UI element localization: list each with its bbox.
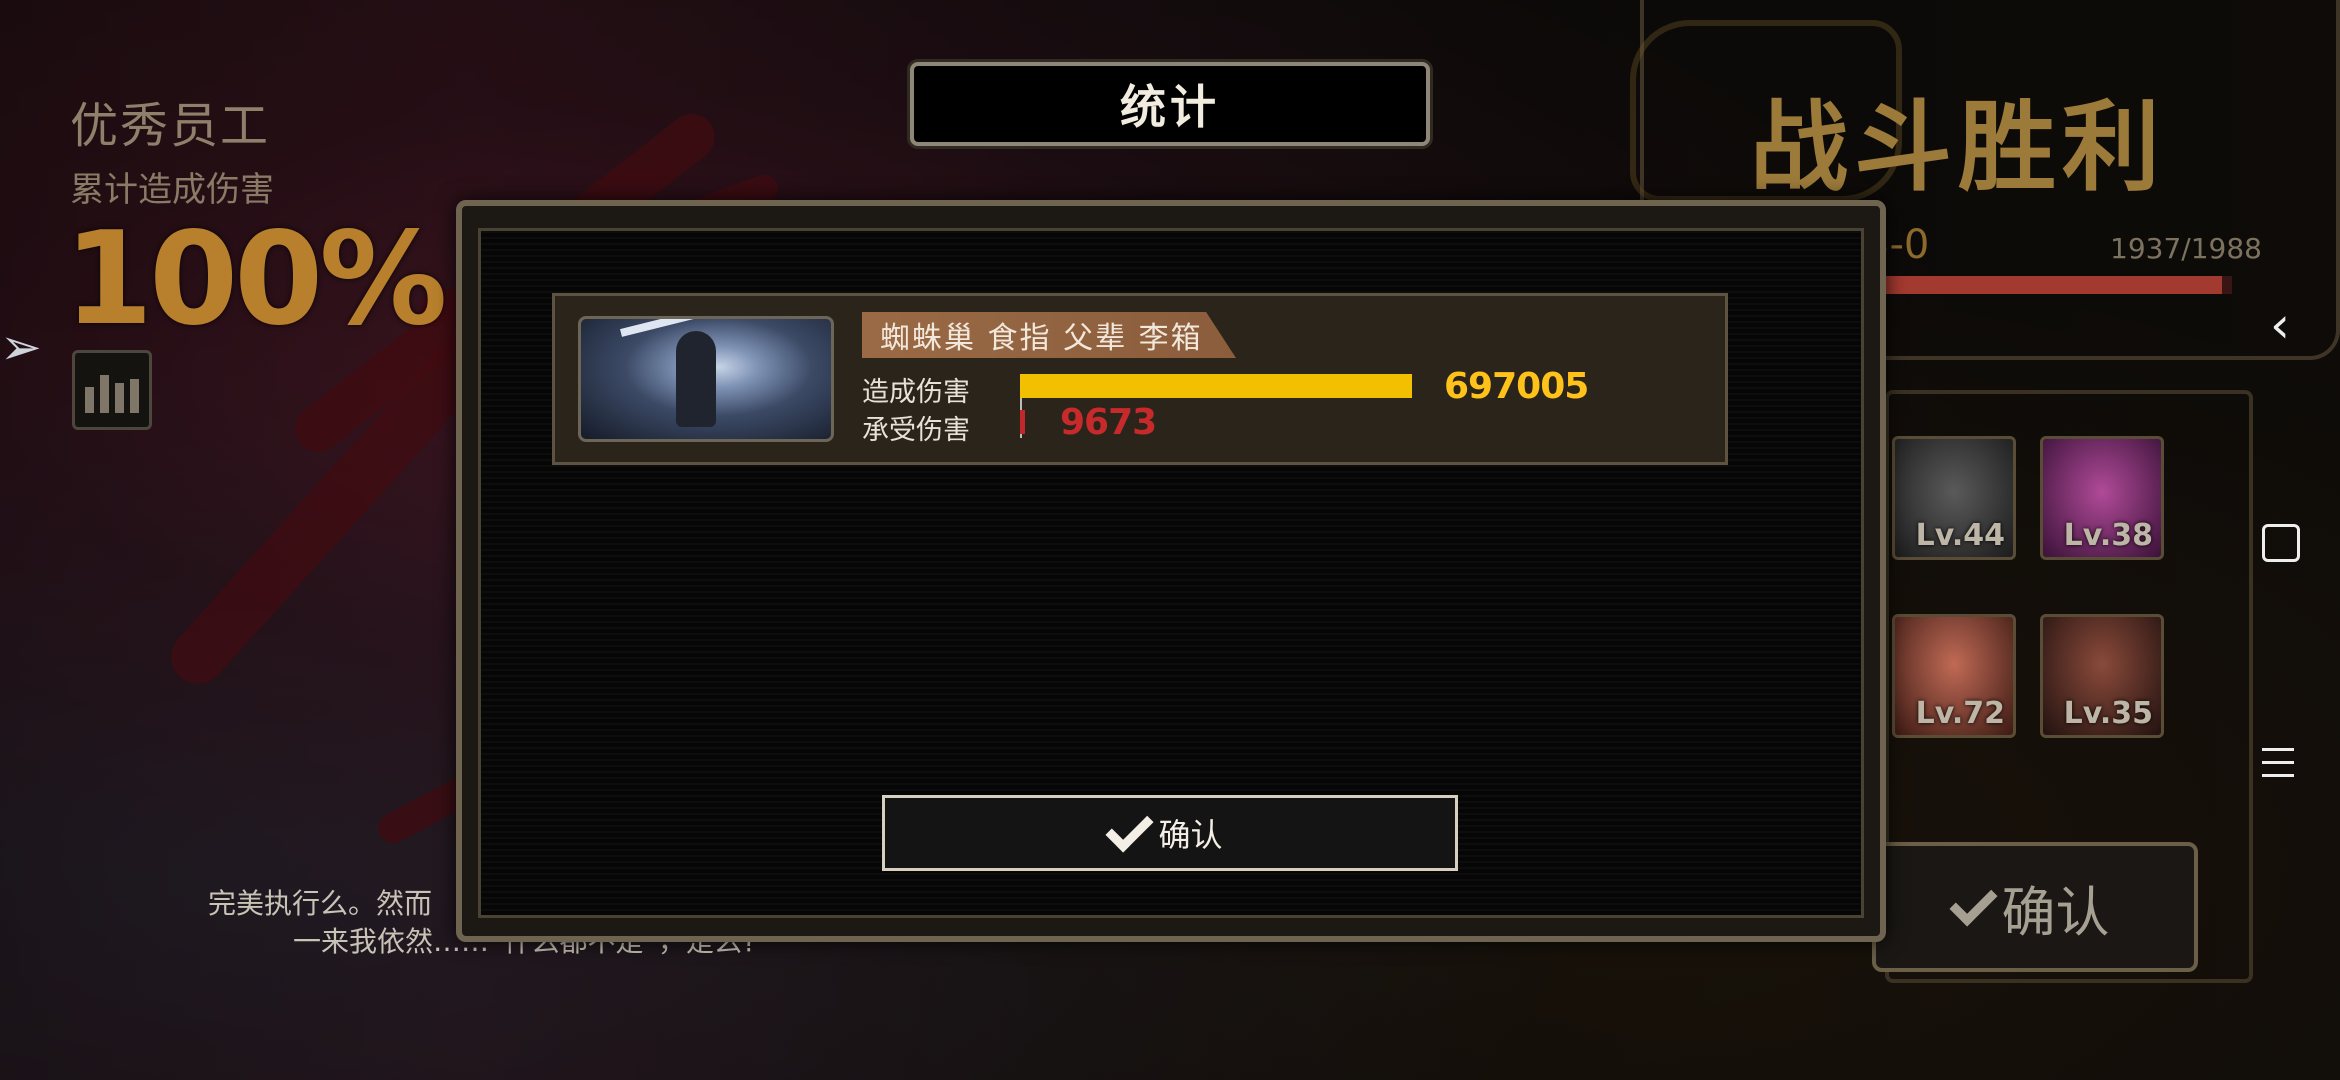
damage-dealt-value: 697005	[1444, 366, 1589, 407]
avatar-level: Lv.72	[1915, 696, 2005, 731]
bar-chart-icon-bar	[115, 383, 124, 413]
damage-taken-label: 承受伤害	[862, 415, 970, 446]
mvp-title: 优秀员工	[70, 98, 271, 154]
mvp-damage-percent: 100%	[64, 205, 447, 354]
bar-chart-icon-bar	[130, 379, 139, 413]
damage-taken-bar	[1020, 410, 1026, 434]
bar-chart-icon	[85, 387, 94, 413]
avatar-level: Lv.44	[1915, 518, 2005, 553]
damage-dealt-label: 造成伤害	[862, 377, 970, 408]
left-edge-arrow-icon: ➢	[0, 318, 42, 376]
damage-taken-value: 9673	[1060, 402, 1157, 443]
home-square-icon[interactable]	[2262, 524, 2300, 562]
avatar-level: Lv.35	[2063, 696, 2153, 731]
character-portrait	[578, 316, 834, 442]
bar-chart-icon-bar	[100, 375, 109, 413]
mvp-subtitle: 累计造成伤害	[70, 170, 274, 210]
check-icon	[1105, 803, 1155, 853]
stats-confirm-button[interactable]: 确认	[882, 795, 1458, 871]
exp-bar-fill	[1862, 276, 2223, 294]
squad-avatar[interactable]: Lv.72	[1892, 614, 2016, 738]
result-confirm-label: 确认	[2001, 880, 2110, 944]
victory-title: 战斗胜利	[1750, 91, 2167, 205]
stats-dialog-title: 统计	[910, 62, 1430, 146]
back-chevron-icon[interactable]: ‹	[2270, 296, 2290, 354]
squad-avatar[interactable]: Lv.44	[1892, 436, 2016, 560]
squad-avatar[interactable]: Lv.35	[2040, 614, 2164, 738]
avatar-level: Lv.38	[2063, 518, 2153, 553]
result-confirm-button[interactable]: 确认	[1872, 842, 2198, 972]
menu-lines-icon[interactable]	[2262, 748, 2294, 787]
squad-avatar[interactable]: Lv.38	[2040, 436, 2164, 560]
damage-dealt-bar	[1020, 374, 1412, 398]
check-icon	[1948, 877, 1998, 927]
exp-bar	[1862, 276, 2232, 294]
stats-button[interactable]	[72, 350, 152, 430]
stats-confirm-label: 确认	[1158, 816, 1223, 854]
character-name: 蜘蛛巢 食指 父辈 李箱	[862, 312, 1236, 358]
